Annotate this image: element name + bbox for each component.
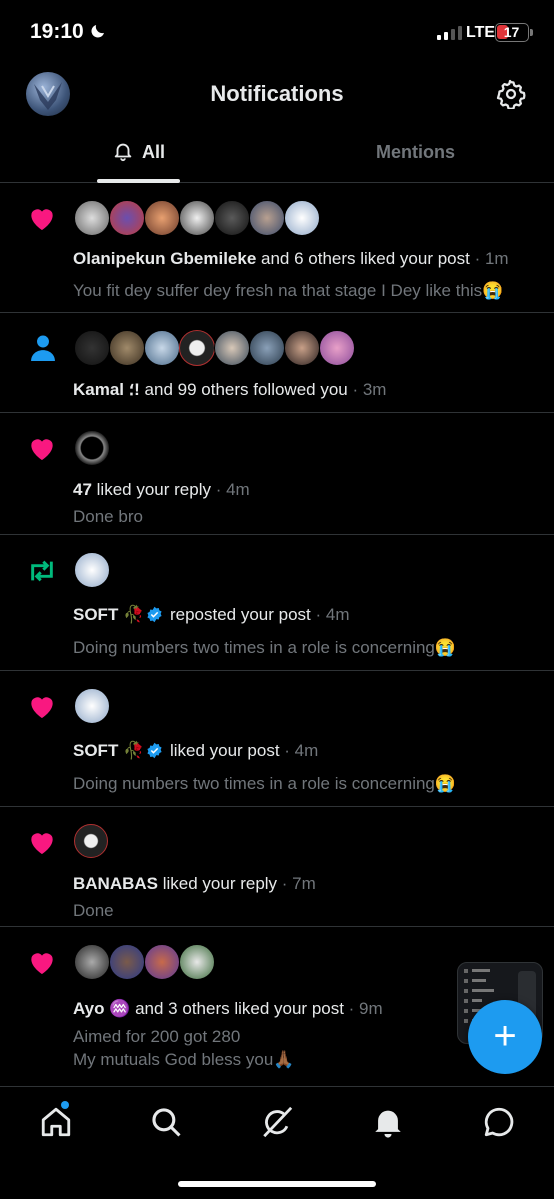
notification-text: 47 liked your reply · 4m — [73, 480, 250, 499]
notification-item[interactable]: Kamal ؛! and 99 others followed you · 3m — [0, 313, 554, 413]
avatar[interactable] — [74, 330, 110, 366]
tab-mentions-label: Mentions — [376, 142, 455, 162]
avatar[interactable] — [179, 200, 215, 236]
user-name[interactable]: BANABAS — [73, 874, 158, 893]
user-name[interactable]: SOFT 🥀 — [73, 605, 144, 624]
heart-icon — [31, 439, 53, 460]
battery-icon: 17 — [495, 23, 529, 42]
notification-text: Ayo ♒️ and 3 others liked your post · 9m — [73, 999, 383, 1018]
avatar[interactable] — [144, 330, 180, 366]
compose-post-button[interactable]: + — [468, 1000, 542, 1074]
person-icon — [31, 335, 55, 361]
status-time: 19:10 — [30, 20, 84, 43]
avatar[interactable] — [144, 200, 180, 236]
avatar[interactable] — [144, 944, 180, 980]
battery-level: 17 — [503, 24, 520, 40]
tab-all-label: All — [141, 142, 165, 162]
avatar[interactable] — [74, 824, 108, 858]
user-name[interactable]: Olanipekun Gbemileke — [73, 249, 256, 268]
notification-text: BANABAS liked your reply · 7m — [73, 874, 316, 893]
avatar[interactable] — [74, 552, 110, 588]
avatar[interactable] — [249, 200, 285, 236]
verified-badge-icon — [147, 606, 162, 623]
heart-icon — [31, 697, 53, 718]
post-preview: You fit dey suffer dey fresh na that sta… — [73, 281, 504, 300]
post-preview: Done — [73, 901, 114, 920]
moon-icon — [91, 25, 104, 38]
avatar[interactable] — [179, 944, 215, 980]
grok-icon[interactable] — [260, 1105, 294, 1139]
notification-item[interactable]: Olanipekun Gbemileke and 6 others liked … — [0, 183, 554, 313]
avatar[interactable] — [74, 944, 110, 980]
notification-text: Kamal ؛! and 99 others followed you · 3m — [73, 380, 387, 399]
heart-icon — [31, 833, 53, 854]
home-indicator[interactable] — [178, 1181, 376, 1187]
user-name[interactable]: 47 — [73, 480, 92, 499]
post-preview-line-2: My mutuals God bless you🙏🏾 — [73, 1050, 295, 1069]
avatar[interactable] — [74, 688, 110, 724]
avatar[interactable] — [214, 330, 250, 366]
avatar[interactable] — [109, 200, 145, 236]
user-name[interactable]: Kamal ؛! — [73, 380, 140, 399]
plus-icon: + — [493, 1014, 517, 1058]
repost-icon — [31, 560, 53, 582]
notification-item[interactable]: 47 liked your reply · 4m Done bro — [0, 413, 554, 535]
page-title: Notifications — [210, 81, 344, 106]
messages-icon[interactable] — [482, 1105, 516, 1139]
post-preview: Aimed for 200 got 280 — [73, 1027, 241, 1046]
notification-text: SOFT 🥀 liked your post · 4m — [73, 741, 319, 760]
notification-text: Olanipekun Gbemileke and 6 others liked … — [73, 249, 509, 268]
notification-text: SOFT 🥀 reposted your post · 4m — [73, 605, 350, 624]
heart-icon — [31, 209, 53, 230]
status-bar: 19:10 LTE 17 — [0, 0, 554, 66]
notifications-bell-icon[interactable] — [371, 1105, 405, 1139]
heart-icon — [31, 953, 53, 974]
user-name[interactable]: SOFT 🥀 — [73, 741, 144, 760]
avatar[interactable] — [214, 200, 250, 236]
avatar[interactable] — [74, 200, 110, 236]
avatar[interactable] — [109, 944, 145, 980]
avatar[interactable] — [284, 330, 320, 366]
battery-nub — [530, 29, 533, 36]
avatar[interactable] — [249, 330, 285, 366]
signal-icon — [437, 26, 462, 40]
avatar[interactable] — [179, 330, 215, 366]
tab-all[interactable]: All — [0, 130, 277, 183]
home-unread-badge — [61, 1101, 69, 1109]
user-name[interactable]: Ayo ♒️ — [73, 999, 130, 1018]
gear-icon[interactable] — [496, 79, 526, 109]
tab-mentions[interactable]: Mentions — [277, 130, 554, 182]
avatar[interactable] — [284, 200, 320, 236]
post-preview: Done bro — [73, 507, 143, 526]
post-preview: Doing numbers two times in a role is con… — [73, 638, 457, 657]
verified-badge-icon — [147, 742, 162, 759]
home-icon[interactable] — [39, 1105, 73, 1139]
notification-item[interactable]: SOFT 🥀 reposted your post · 4m Doing num… — [0, 535, 554, 671]
avatar[interactable] — [74, 430, 110, 466]
notification-item[interactable]: SOFT 🥀 liked your post · 4m Doing number… — [0, 671, 554, 807]
notification-item[interactable]: BANABAS liked your reply · 7m Done — [0, 807, 554, 927]
bell-icon — [114, 143, 132, 162]
avatar[interactable] — [319, 330, 355, 366]
tab-bar: All Mentions — [0, 130, 554, 183]
search-icon[interactable] — [149, 1105, 183, 1139]
network-label: LTE — [466, 24, 496, 41]
avatar[interactable] — [109, 330, 145, 366]
post-preview: Doing numbers two times in a role is con… — [73, 774, 457, 793]
